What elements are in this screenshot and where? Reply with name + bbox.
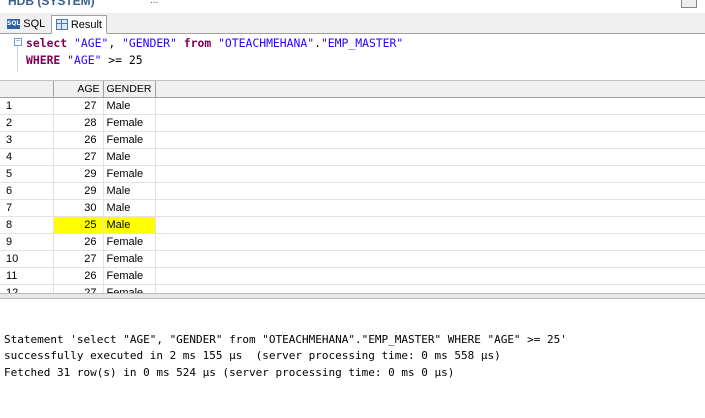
age-cell[interactable]: 26 [53,131,104,149]
row-number-cell[interactable]: 4 [0,148,54,166]
table-row[interactable]: 10 27 Female [0,250,705,268]
sql-icon: SQL [7,19,21,29]
row-number-cell[interactable]: 3 [0,131,54,149]
table-row[interactable]: 3 26 Female [0,131,705,149]
table-row[interactable]: 9 26 Female [0,233,705,251]
row-number-cell[interactable]: 2 [0,114,54,132]
console-line-statement: Statement 'select "AGE", "GENDER" from "… [4,333,567,346]
row-filler-cell [155,165,705,183]
table-row[interactable]: 6 29 Male [0,182,705,200]
window-title-partial: HDB (SYSTEM) [8,0,95,8]
editor-tabbar: SQL SQL Result [0,13,705,34]
gender-cell[interactable]: Female [103,165,156,183]
sql-editor[interactable]: − select "AGE", "GENDER" from "OTEACHMEH… [0,34,705,78]
result-table-icon [56,19,68,30]
tab-result-label: Result [70,18,102,31]
message-console: Statement 'select "AGE", "GENDER" from "… [0,299,705,418]
table-row[interactable]: 5 29 Female [0,165,705,183]
fold-collapse-icon[interactable]: − [14,38,22,46]
window-menu-icon[interactable] [681,0,697,8]
row-filler-cell [155,199,705,217]
tab-sql-label: SQL [23,18,46,30]
age-cell[interactable]: 30 [53,199,104,217]
age-cell[interactable]: 26 [53,267,104,285]
age-cell[interactable]: 29 [53,165,104,183]
sql-line-1: select "AGE", "GENDER" from "OTEACHMEHAN… [26,36,404,50]
row-number-cell[interactable]: 6 [0,182,54,200]
row-filler-cell [155,114,705,132]
table-row[interactable]: 4 27 Male [0,148,705,166]
age-cell[interactable]: 28 [53,114,104,132]
column-header-rownum[interactable] [0,81,54,98]
top-strip: HDB (SYSTEM) ... [0,0,705,14]
row-number-cell[interactable]: 5 [0,165,54,183]
gender-cell[interactable]: Female [103,250,156,268]
age-cell[interactable]: 27 [53,148,104,166]
tab-result[interactable]: Result [51,15,107,34]
age-cell[interactable]: 25 [53,216,104,234]
row-filler-cell [155,131,705,149]
gender-cell[interactable]: Male [103,182,156,200]
gender-cell[interactable]: Male [103,216,156,234]
gender-cell[interactable]: Female [103,267,156,285]
result-table: AGE GENDER 1 27 Male 2 28 Female 3 26 Female 4 27 M… [0,81,705,294]
result-grid[interactable]: AGE GENDER 1 27 Male 2 28 Female 3 26 Female 4 27 M… [0,80,705,294]
age-cell[interactable]: 29 [53,182,104,200]
row-filler-cell [155,250,705,268]
row-filler-cell [155,182,705,200]
gender-cell[interactable]: Male [103,97,156,115]
gender-cell[interactable]: Female [103,131,156,149]
console-line-executed: successfully executed in 2 ms 155 µs (se… [4,349,501,362]
column-header-filler [155,81,705,98]
console-line-fetched: Fetched 31 row(s) in 0 ms 524 µs (server… [4,366,455,379]
table-row[interactable]: 11 26 Female [0,267,705,285]
gender-cell[interactable]: Female [103,233,156,251]
table-row[interactable]: 7 30 Male [0,199,705,217]
row-filler-cell [155,267,705,285]
row-number-cell[interactable]: 9 [0,233,54,251]
age-cell[interactable]: 26 [53,233,104,251]
row-filler-cell [155,148,705,166]
row-filler-cell [155,216,705,234]
window-subtitle-partial: ... [150,0,159,6]
row-number-cell[interactable]: 11 [0,267,54,285]
row-filler-cell [155,233,705,251]
column-header-age[interactable]: AGE [53,81,104,98]
tab-sql[interactable]: SQL SQL [3,15,49,33]
row-number-cell[interactable]: 8 [0,216,54,234]
gender-cell[interactable]: Male [103,148,156,166]
fold-guide [17,46,18,72]
gender-cell[interactable]: Male [103,199,156,217]
result-header-row: AGE GENDER [0,81,705,98]
age-cell[interactable]: 27 [53,250,104,268]
row-number-cell[interactable]: 7 [0,199,54,217]
table-row[interactable]: 8 25 Male [0,216,705,234]
column-header-gender[interactable]: GENDER [103,81,156,98]
table-row[interactable]: 2 28 Female [0,114,705,132]
age-cell[interactable]: 27 [53,97,104,115]
row-filler-cell [155,97,705,115]
row-number-cell[interactable]: 10 [0,250,54,268]
sql-line-2: WHERE "AGE" >= 25 [26,53,143,67]
row-number-cell[interactable]: 1 [0,97,54,115]
table-row[interactable]: 1 27 Male [0,97,705,115]
gender-cell[interactable]: Female [103,114,156,132]
